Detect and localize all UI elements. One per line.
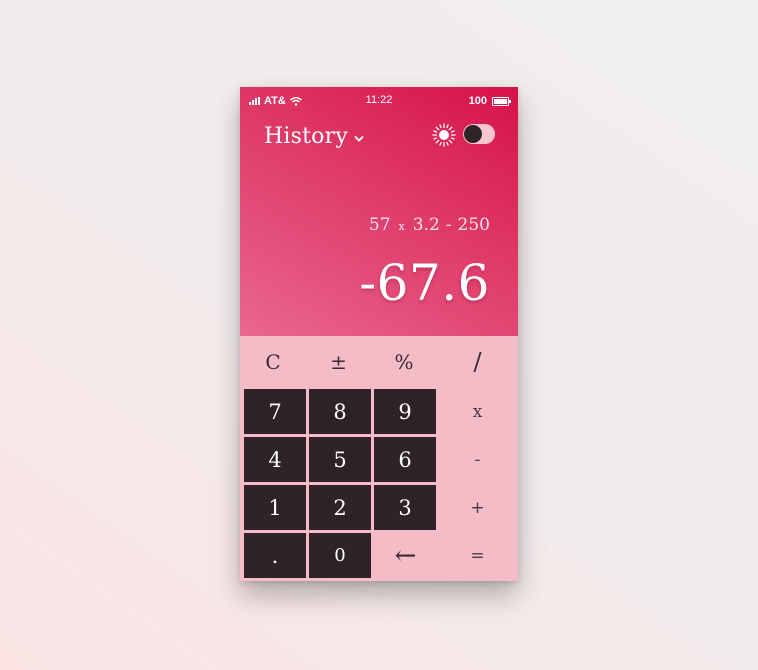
expression-operator-1: x bbox=[398, 220, 405, 233]
key-1[interactable]: 1 bbox=[244, 485, 306, 530]
status-right: 100 bbox=[468, 95, 511, 107]
battery-icon bbox=[492, 96, 511, 106]
add-button[interactable]: + bbox=[437, 485, 518, 530]
key-5[interactable]: 5 bbox=[309, 437, 371, 482]
toggle-knob bbox=[464, 125, 482, 143]
key-6[interactable]: 6 bbox=[374, 437, 436, 482]
plus-minus-button[interactable]: ± bbox=[306, 336, 371, 388]
key-2[interactable]: 2 bbox=[309, 485, 371, 530]
decimal-button[interactable]: . bbox=[244, 533, 306, 578]
percent-button[interactable]: % bbox=[371, 336, 437, 388]
chevron-down-icon bbox=[354, 135, 364, 142]
expression-display: 57 x 3.2 - 250 bbox=[363, 215, 490, 235]
key-7[interactable]: 7 bbox=[244, 389, 306, 434]
calculator-screen: AT& 11:22 100 History 57 x 3.2 - 250 -67… bbox=[240, 87, 518, 581]
expression-operand-1: 57 bbox=[368, 215, 391, 235]
status-bar: AT& 11:22 100 bbox=[240, 87, 518, 115]
clear-button[interactable]: C bbox=[240, 336, 306, 388]
history-label: History bbox=[264, 124, 348, 149]
expression-operand-3: 250 bbox=[457, 215, 490, 235]
divide-button[interactable]: / bbox=[437, 336, 518, 388]
expression-operand-2: 3.2 bbox=[412, 215, 440, 235]
battery-label: 100 bbox=[468, 95, 487, 107]
key-4[interactable]: 4 bbox=[244, 437, 306, 482]
key-8[interactable]: 8 bbox=[309, 389, 371, 434]
multiply-button[interactable]: x bbox=[437, 389, 518, 434]
history-dropdown[interactable]: History bbox=[264, 124, 364, 149]
result-display: -67.6 bbox=[359, 254, 490, 312]
sun-icon bbox=[432, 123, 456, 147]
expression-operator-2: - bbox=[445, 215, 452, 235]
display-panel: AT& 11:22 100 History 57 x 3.2 - 250 -67… bbox=[240, 87, 518, 336]
key-3[interactable]: 3 bbox=[374, 485, 436, 530]
backspace-button[interactable]: ← bbox=[374, 533, 437, 578]
subtract-button[interactable]: - bbox=[437, 437, 518, 482]
key-9[interactable]: 9 bbox=[374, 389, 436, 434]
key-0[interactable]: 0 bbox=[309, 533, 371, 578]
keypad: C ± % / 7 8 9 x 4 5 6 - 1 2 3 + . 0 ← = bbox=[240, 336, 518, 581]
equals-button[interactable]: = bbox=[437, 533, 518, 578]
theme-toggle[interactable] bbox=[463, 124, 495, 144]
